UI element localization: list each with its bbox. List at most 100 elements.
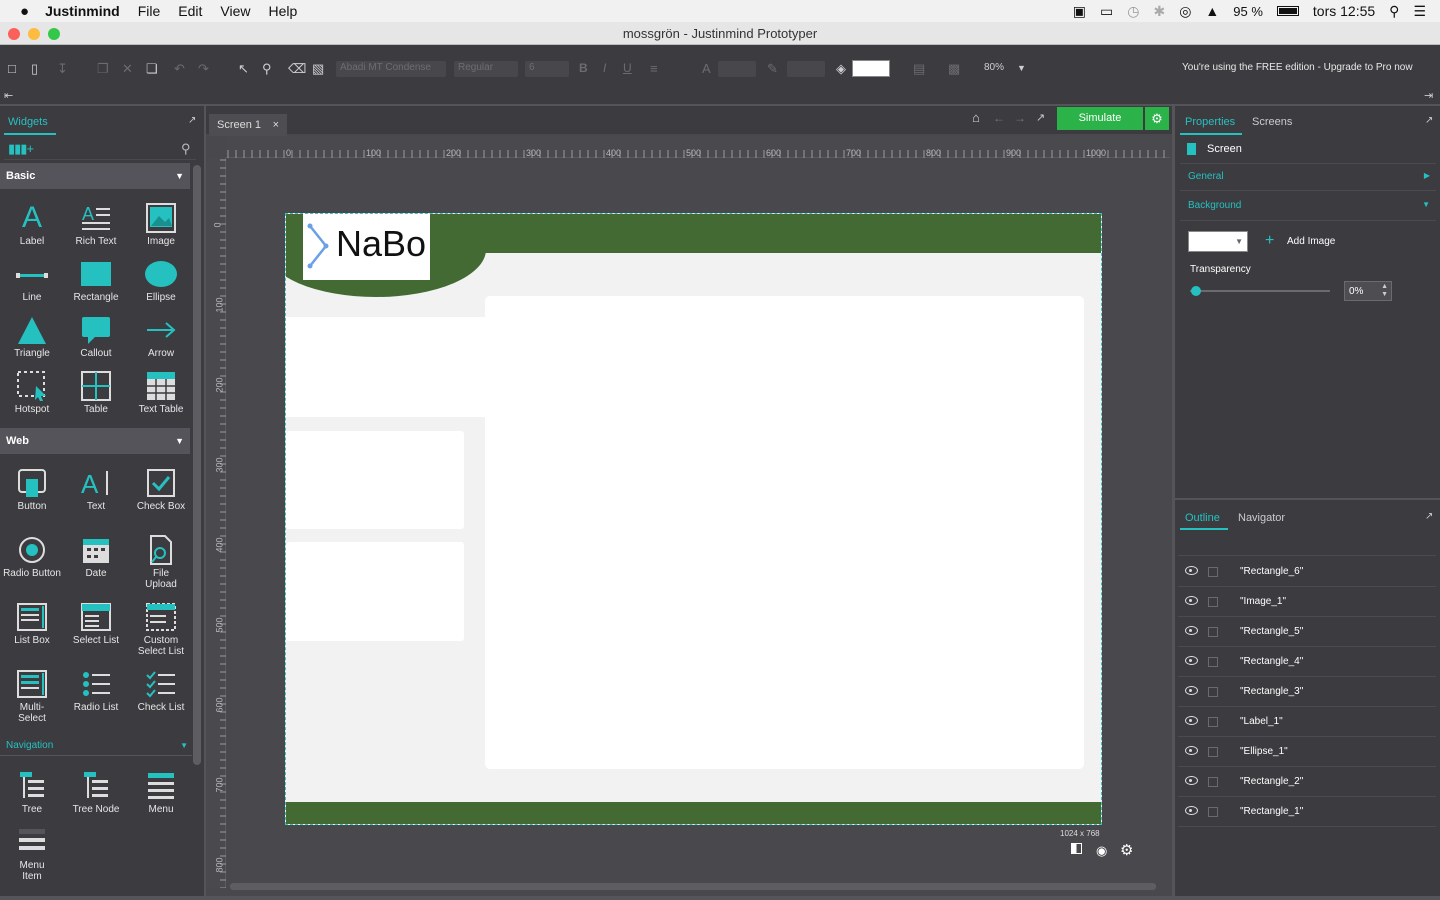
- close-tab-icon[interactable]: ×: [273, 114, 279, 136]
- gear-icon[interactable]: ⚙: [1120, 841, 1133, 859]
- add-image-plus-icon[interactable]: +: [1265, 232, 1274, 250]
- label-1-logo-text[interactable]: NaBo: [336, 223, 426, 265]
- outline-row[interactable]: "Rectangle_3": [1178, 677, 1436, 707]
- general-section[interactable]: General ▶: [1180, 163, 1436, 191]
- tab-widgets[interactable]: Widgets: [8, 116, 48, 128]
- transparency-input[interactable]: 0% ▲ ▼: [1344, 281, 1392, 301]
- widget-menu-item[interactable]: Menu Item: [0, 826, 64, 882]
- widget-rectangle[interactable]: Rectangle: [64, 258, 128, 303]
- menu-edit[interactable]: Edit: [178, 3, 202, 19]
- simulate-settings-gear-icon[interactable]: ⚙: [1145, 107, 1169, 130]
- image-1-logo[interactable]: NaBo: [303, 214, 430, 280]
- panel-detach-icon[interactable]: ↗: [1425, 511, 1433, 522]
- eye-icon[interactable]: [1185, 716, 1198, 725]
- outline-row[interactable]: "Rectangle_1": [1178, 797, 1436, 827]
- eye-icon[interactable]: [1185, 806, 1198, 815]
- background-color-select[interactable]: ▼: [1188, 231, 1248, 252]
- widget-hotspot[interactable]: Hotspot: [0, 370, 64, 415]
- widget-image[interactable]: Image: [129, 202, 193, 247]
- menu-help[interactable]: Help: [269, 3, 298, 19]
- eye-icon[interactable]: ◉: [1096, 843, 1107, 859]
- fill-color-select[interactable]: [852, 60, 890, 77]
- lock-checkbox[interactable]: [1208, 597, 1218, 607]
- widget-table[interactable]: Table: [64, 370, 128, 415]
- widget-file-upload[interactable]: File Upload: [129, 534, 193, 590]
- group-icon[interactable]: ▩: [948, 61, 960, 77]
- volume-icon[interactable]: ▲: [1205, 3, 1219, 19]
- bold-button[interactable]: B: [579, 61, 588, 75]
- widget-list-box[interactable]: List Box: [0, 601, 64, 646]
- collapse-right-icon[interactable]: ⇥: [1424, 89, 1433, 102]
- lock-checkbox[interactable]: [1208, 717, 1218, 727]
- widget-tree[interactable]: Tree: [0, 770, 64, 815]
- eye-icon[interactable]: [1185, 626, 1198, 635]
- widgets-scrollbar[interactable]: [193, 165, 201, 765]
- font-style-select[interactable]: Regular: [454, 61, 518, 77]
- outline-row[interactable]: "Rectangle_6": [1178, 557, 1436, 587]
- widget-library-icon[interactable]: ▮▮▮+: [8, 141, 34, 157]
- eye-icon[interactable]: [1185, 596, 1198, 605]
- eye-icon[interactable]: [1185, 686, 1198, 695]
- widget-triangle[interactable]: Triangle: [0, 314, 64, 359]
- undo-icon[interactable]: ↶: [174, 61, 185, 77]
- layout-toggle-icon[interactable]: [1071, 843, 1082, 854]
- airplay-icon[interactable]: ▭: [1100, 3, 1113, 20]
- widget-select-list[interactable]: Select List: [64, 601, 128, 646]
- notification-center-icon[interactable]: ☰: [1413, 3, 1426, 20]
- search-icon[interactable]: ⚲: [181, 141, 191, 157]
- widget-text[interactable]: A Text: [64, 467, 128, 512]
- lock-checkbox[interactable]: [1208, 657, 1218, 667]
- rectangle-4[interactable]: [286, 542, 464, 641]
- section-navigation[interactable]: Navigation ▼: [0, 736, 192, 756]
- wifi-icon[interactable]: ◎: [1179, 3, 1191, 20]
- widget-rich-text[interactable]: A Rich Text: [64, 202, 128, 247]
- widget-line[interactable]: Line: [0, 258, 64, 303]
- zoom-level-select[interactable]: 80%: [984, 62, 1004, 73]
- lock-checkbox[interactable]: [1208, 807, 1218, 817]
- transparency-slider[interactable]: [1190, 286, 1330, 296]
- format-painter-icon[interactable]: ▧: [312, 61, 324, 77]
- battery-icon[interactable]: [1276, 6, 1299, 16]
- widget-custom-select-list[interactable]: Custom Select List: [129, 601, 193, 657]
- forward-arrow-icon[interactable]: →: [1014, 111, 1026, 125]
- select-tool-icon[interactable]: ↖: [238, 61, 249, 77]
- font-size-select[interactable]: 6: [525, 61, 569, 77]
- zoom-tool-icon[interactable]: ⚲: [262, 61, 272, 77]
- widget-radio-list[interactable]: Radio List: [64, 668, 128, 713]
- widget-callout[interactable]: Callout: [64, 314, 128, 359]
- collapse-left-icon[interactable]: ⇤: [4, 89, 13, 102]
- paste-icon[interactable]: ❏: [146, 61, 158, 77]
- font-color-button[interactable]: A: [702, 61, 711, 76]
- arrange-icon[interactable]: ▤: [913, 61, 925, 77]
- camera-icon[interactable]: ▣: [1073, 3, 1086, 20]
- italic-button[interactable]: I: [603, 61, 606, 75]
- minimize-window-button[interactable]: [28, 28, 40, 40]
- widget-multi-select[interactable]: Multi-Select: [0, 668, 64, 724]
- open-folder-icon[interactable]: ▯: [31, 61, 38, 77]
- lock-checkbox[interactable]: [1208, 777, 1218, 787]
- save-icon[interactable]: ↧: [57, 61, 68, 77]
- tab-screens[interactable]: Screens: [1252, 116, 1292, 128]
- upgrade-link[interactable]: You're using the FREE edition - Upgrade …: [1182, 62, 1413, 73]
- widget-label[interactable]: A Label: [0, 202, 64, 248]
- add-image-button[interactable]: Add Image: [1287, 236, 1335, 247]
- section-web[interactable]: Web ▼: [0, 428, 190, 454]
- outline-row[interactable]: "Label_1": [1178, 707, 1436, 737]
- outline-row[interactable]: "Rectangle_2": [1178, 767, 1436, 797]
- outline-row[interactable]: "Image_1": [1178, 587, 1436, 617]
- back-arrow-icon[interactable]: ←: [993, 111, 1005, 125]
- tab-outline[interactable]: Outline: [1185, 512, 1220, 524]
- widget-text-table[interactable]: Text Table: [129, 370, 193, 415]
- widget-ellipse[interactable]: Ellipse: [129, 258, 193, 303]
- line-color-select[interactable]: [787, 61, 825, 77]
- widget-menu[interactable]: Menu: [129, 770, 193, 815]
- rectangle-5[interactable]: [485, 296, 1084, 769]
- lock-checkbox[interactable]: [1208, 687, 1218, 697]
- bluetooth-icon[interactable]: ✱: [1153, 3, 1165, 20]
- menubar-clock[interactable]: tors 12:55: [1313, 3, 1375, 19]
- menu-view[interactable]: View: [220, 3, 250, 19]
- menu-file[interactable]: File: [138, 3, 161, 19]
- widget-date[interactable]: Date: [64, 534, 128, 579]
- background-section[interactable]: Background ▼: [1180, 193, 1436, 221]
- battery-percent[interactable]: 95 %: [1233, 4, 1263, 19]
